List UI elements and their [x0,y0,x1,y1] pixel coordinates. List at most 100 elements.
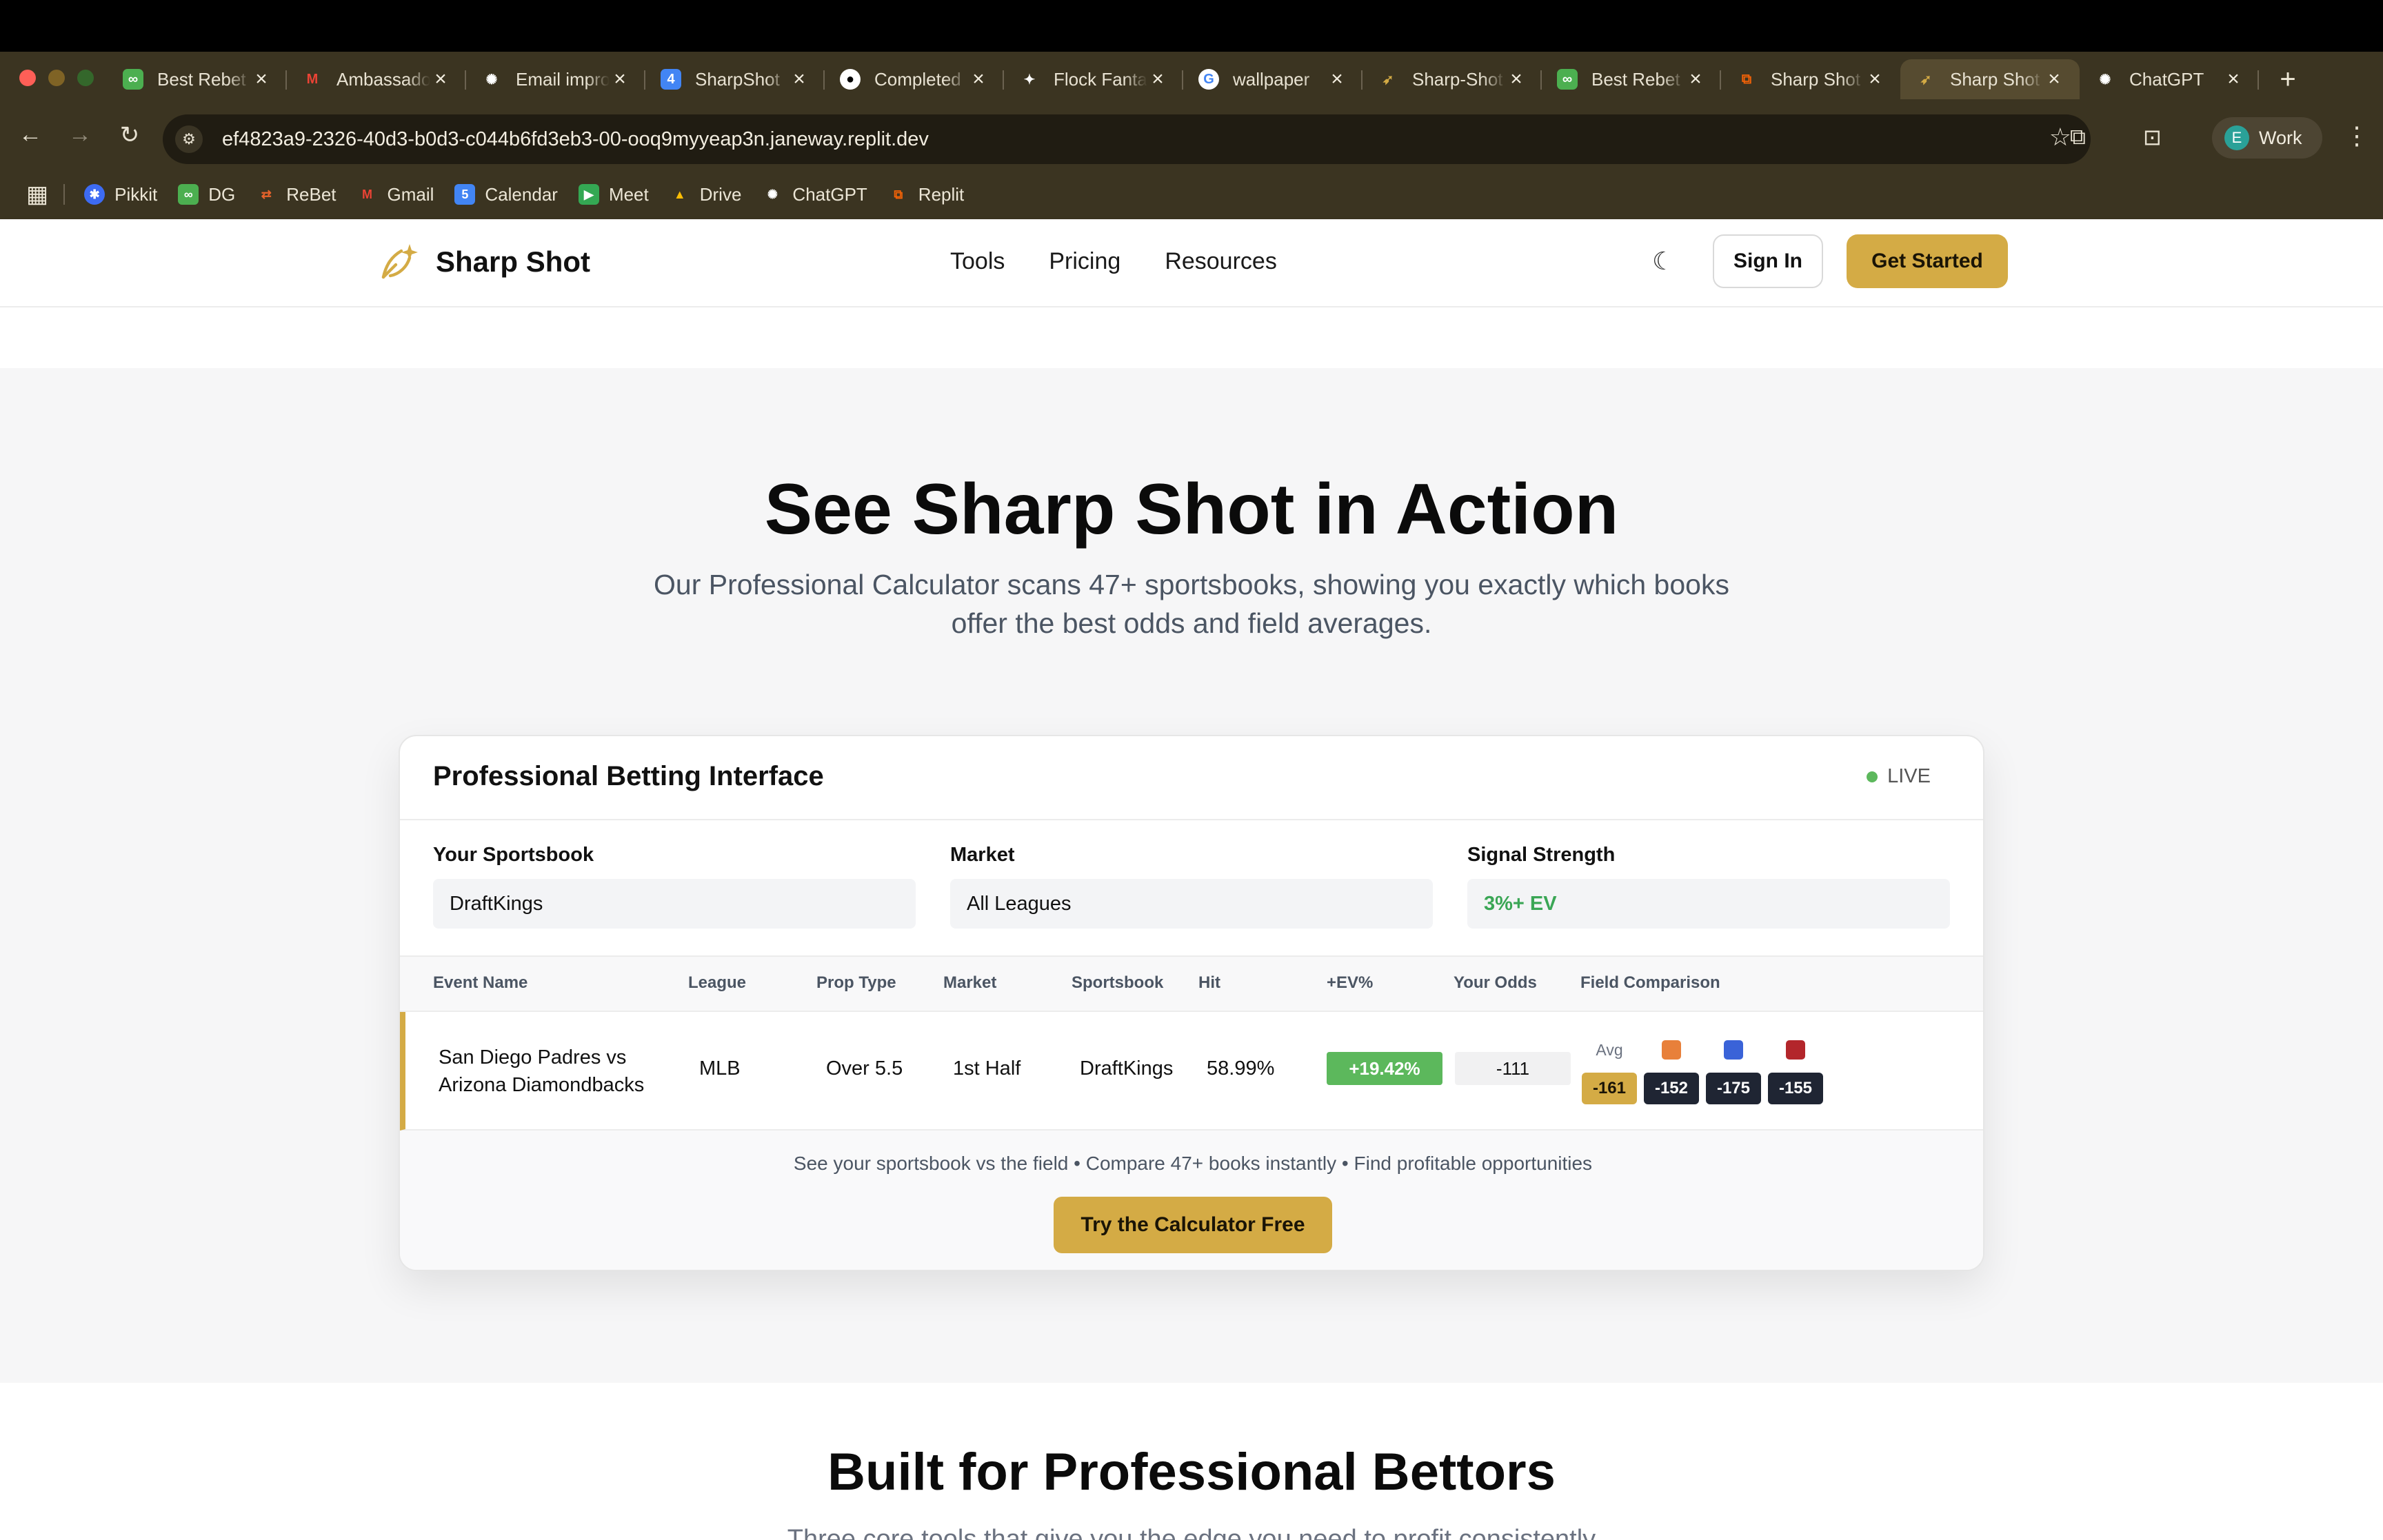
sportsbook-select[interactable]: DraftKings [433,879,916,929]
field-book-odds: -152 [1644,1073,1699,1104]
chatgpt-icon: ✺ [2099,72,2111,88]
bookmark-label: Replit [918,183,965,205]
close-tab-icon[interactable]: × [1147,68,1168,91]
browser-tab[interactable]: ➶ Sharp-Shot × [1363,59,1542,99]
features-title: Built for Professional Bettors [827,1443,1556,1501]
tab-label: Sharp Shot [1771,68,1861,90]
book-swatch-wrap [1706,1040,1761,1060]
close-tab-icon[interactable]: × [1327,68,1347,91]
table-row[interactable]: San Diego Padres vs Arizona Diamondbacks… [400,1012,1983,1131]
bookmark-label: ChatGPT [792,183,867,205]
field-book: -152 [1644,1040,1699,1104]
forward-icon[interactable]: → [63,121,97,148]
close-tab-icon[interactable]: × [1864,68,1885,91]
browser-tab[interactable]: M Ambassador × [287,59,466,99]
close-window-button[interactable] [19,70,36,86]
tab-label: Completed [874,68,961,90]
sportsbook-filter: Your Sportsbook DraftKings [433,844,916,929]
section-subtitle: Our Professional Calculator scans 47+ sp… [654,569,1729,639]
tab-label: ChatGPT [2129,68,2204,90]
hit-cell: 58.99% [1207,1057,1275,1080]
get-started-button[interactable]: Get Started [1847,234,2008,288]
close-tab-icon[interactable]: × [2223,68,2244,91]
rebet-link-icon: ∞ [178,184,199,205]
browser-tab[interactable]: ✺ ChatGPT × [2080,59,2259,99]
site-settings-icon[interactable]: ⚙ [175,125,203,153]
browser-tab-active[interactable]: ➶ Sharp Shot × [1900,59,2080,99]
sign-in-button[interactable]: Sign In [1713,234,1823,288]
close-tab-icon[interactable]: × [968,68,989,91]
bookmark-dg[interactable]: ∞ DG [178,184,235,205]
bookmark-rebet[interactable]: ⇄ ReBet [256,184,336,205]
bookmark-calendar[interactable]: 5 Calendar [454,184,558,205]
nav-pricing[interactable]: Pricing [1049,248,1120,275]
close-tab-icon[interactable]: × [2044,68,2064,91]
tab-search-icon[interactable]: ⊡ [2143,124,2162,150]
bookmark-pikkit[interactable]: ✱ Pikkit [84,184,157,205]
book-color-swatch [1724,1040,1743,1060]
nav-tools[interactable]: Tools [950,248,1005,275]
apps-grid-icon[interactable]: ▦ [26,181,48,208]
bookmark-star-icon[interactable]: ☆ [2049,123,2071,152]
browser-tab[interactable]: 4 SharpShot × [645,59,825,99]
browser-tab[interactable]: ⧉ Sharp Shot × [1721,59,1900,99]
profile-label: Work [2259,127,2302,148]
extensions-icon[interactable]: ⧉ [2070,124,2086,150]
try-calculator-button[interactable]: Try the Calculator Free [1054,1197,1332,1253]
live-indicator: LIVE [1867,765,1931,788]
header-spacer [0,307,2383,368]
bookmark-meet[interactable]: ▶ Meet [578,184,649,205]
column-header: Market [943,973,997,992]
more-menu-icon[interactable]: ⋮ [2344,121,2369,150]
live-label: LIVE [1887,765,1931,787]
event-name-line: Arizona Diamondbacks [439,1074,645,1096]
browser-tab[interactable]: ∞ Best Rebet × [108,59,287,99]
book-swatch-wrap [1644,1040,1699,1060]
url-text[interactable]: ef4823a9-2326-40d3-b0d3-c044b6fd3eb3-00-… [222,128,929,151]
browser-tab[interactable]: ✦ Flock Fantasy× [1004,59,1183,99]
book-swatch-wrap [1768,1040,1823,1060]
bookmark-label: DG [208,183,236,205]
signal-strength-select[interactable]: 3%+ EV [1467,879,1950,929]
column-header: Field Comparison [1580,973,1720,992]
close-tab-icon[interactable]: × [251,68,272,91]
nav-resources[interactable]: Resources [1165,248,1277,275]
sharpshot-logo-icon [381,244,418,279]
close-tab-icon[interactable]: × [610,68,630,91]
maximize-window-button[interactable] [77,70,94,86]
bookmark-replit[interactable]: ⧉ Replit [888,184,964,205]
field-book: -175 [1706,1040,1761,1104]
chatgpt-icon: ✺ [485,72,498,88]
sharpshot-icon: ➶ [1382,72,1394,88]
menu-bar-background [0,0,2383,52]
brand-logo[interactable]: Sharp Shot [376,240,590,284]
your-odds-cell: -111 [1455,1052,1571,1085]
bookmark-gmail[interactable]: M Gmail [357,184,434,205]
column-header: Prop Type [816,973,896,992]
reload-icon[interactable]: ↻ [113,121,146,149]
new-tab-icon[interactable]: + [2274,59,2302,99]
browser-tab[interactable]: ● Completed × [825,59,1004,99]
replit-icon: ⧉ [894,187,903,201]
address-bar[interactable]: ⚙ ef4823a9-2326-40d3-b0d3-c044b6fd3eb3-0… [163,114,2091,164]
bookmark-chatgpt[interactable]: ✺ ChatGPT [762,184,867,205]
profile-button[interactable]: E Work [2212,117,2322,159]
close-tab-icon[interactable]: × [1685,68,1706,91]
close-tab-icon[interactable]: × [430,68,451,91]
browser-tab[interactable]: ∞ Best Rebet × [1542,59,1721,99]
bookmark-label: Drive [699,183,742,205]
browser-tab[interactable]: ✺ Email improv × [466,59,645,99]
dark-mode-toggle-icon[interactable]: ☾ [1652,247,1674,276]
footer-text: See your sportsbook vs the field • Compa… [793,1153,1593,1174]
bookmark-drive[interactable]: ▲ Drive [670,184,742,205]
tab-label: Flock Fantasy [1054,68,1147,90]
minimize-window-button[interactable] [48,70,65,86]
close-tab-icon[interactable]: × [789,68,810,91]
back-icon[interactable]: ← [14,121,47,148]
browser-tab[interactable]: Gwallpaper × [1183,59,1363,99]
close-tab-icon[interactable]: × [1506,68,1527,91]
market-select[interactable]: All Leagues [950,879,1433,929]
chatgpt-icon: ✺ [767,187,778,201]
bookmark-label: ReBet [286,183,336,205]
signal-strength-filter: Signal Strength 3%+ EV [1467,844,1950,929]
